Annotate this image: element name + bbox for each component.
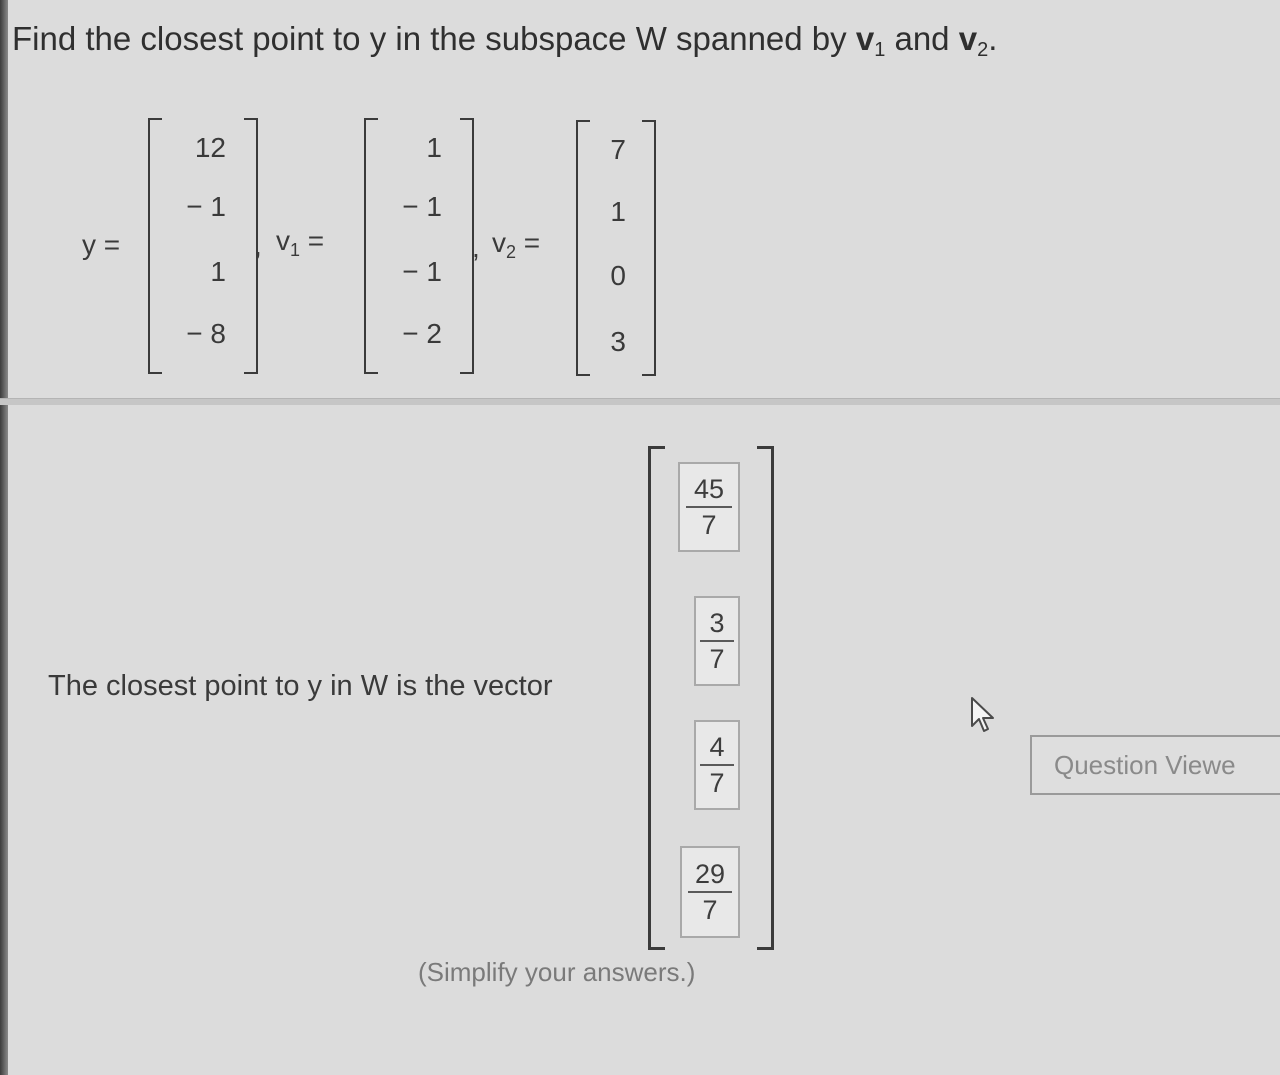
y-vector: 12 − 1 1 − 8	[148, 118, 258, 374]
v1-entry-1: 1	[426, 132, 442, 163]
answer-entry-2[interactable]: 3 7	[694, 596, 740, 686]
left-edge	[0, 0, 8, 1075]
section-divider	[0, 398, 1280, 405]
v1-entry-3: − 1	[402, 256, 442, 287]
answer-entry-2-numerator: 3	[709, 608, 725, 638]
answer-entry-3[interactable]: 4 7	[694, 720, 740, 810]
v2-vector: 7 1 0 3	[576, 120, 656, 376]
v2-entry-1: 7	[610, 134, 626, 165]
answer-entry-1-numerator: 45	[693, 474, 725, 504]
v2-entry-2: 1	[610, 196, 626, 227]
answer-sentence: The closest point to y in W is the vecto…	[48, 670, 553, 702]
mouse-pointer-icon	[971, 697, 994, 732]
separator-1: ,	[254, 230, 262, 261]
question-viewer-button[interactable]: Question Viewe	[1030, 735, 1280, 795]
v1-vector: 1 − 1 − 1 − 2	[364, 118, 474, 374]
y-entry-3: 1	[210, 256, 226, 287]
v1-label: v1 =	[276, 225, 325, 260]
answer-entry-4-denominator: 7	[702, 895, 718, 925]
y-label: y =	[82, 229, 121, 260]
v1-entry-2: − 1	[402, 191, 442, 222]
v2-entry-3: 0	[610, 260, 626, 291]
v1-entry-4: − 2	[402, 318, 442, 349]
answer-entry-3-denominator: 7	[709, 768, 725, 798]
y-entry-1: 12	[194, 132, 226, 163]
answer-entry-1-denominator: 7	[701, 510, 717, 540]
simplify-hint: (Simplify your answers.)	[418, 957, 696, 987]
answer-entry-4-numerator: 29	[694, 859, 726, 889]
v2-label: v2 =	[492, 227, 541, 262]
answer-entry-2-denominator: 7	[709, 644, 725, 674]
y-entry-2: − 1	[186, 191, 226, 222]
separator-2: ,	[472, 232, 480, 263]
y-entry-4: − 8	[186, 318, 226, 349]
answer-entry-3-numerator: 4	[709, 732, 725, 762]
question-title: Find the closest point to y in the subsp…	[12, 20, 998, 61]
v2-entry-4: 3	[610, 326, 626, 357]
answer-entry-1[interactable]: 45 7	[678, 462, 740, 552]
answer-entry-4[interactable]: 29 7	[680, 846, 740, 938]
